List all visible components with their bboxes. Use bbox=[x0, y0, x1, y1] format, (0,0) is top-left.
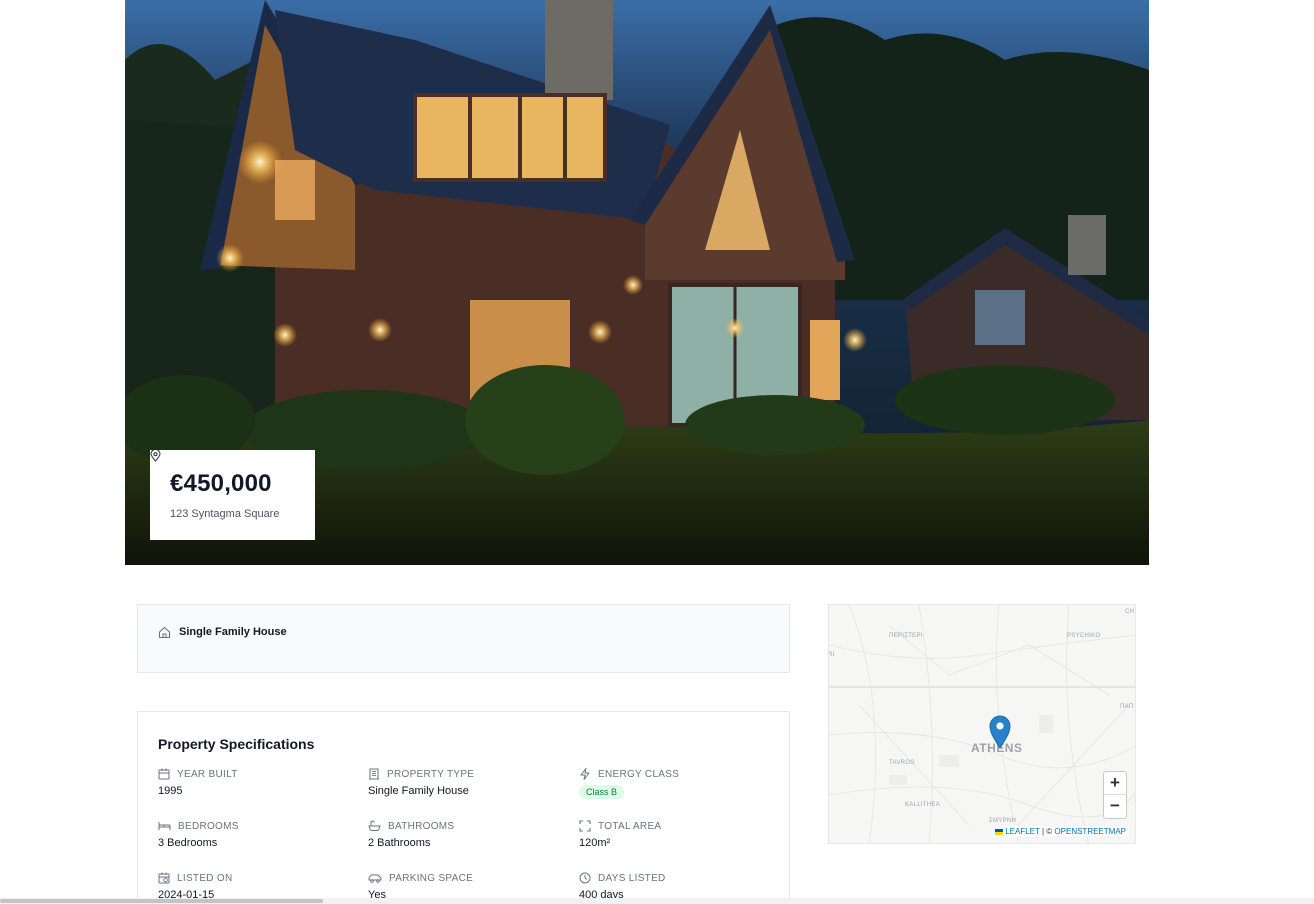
map-district-label: RI bbox=[828, 652, 835, 658]
location-pin-icon bbox=[150, 450, 161, 462]
spec-label: Total Area bbox=[598, 820, 662, 832]
spec-label: Year Built bbox=[177, 768, 238, 780]
spec-value: 1995 bbox=[158, 785, 183, 797]
map-district-label: PSYCHIKO bbox=[1067, 633, 1101, 639]
spec-value: 120m² bbox=[579, 837, 611, 849]
spec-total-area: Total Area 120m² bbox=[579, 818, 779, 856]
spec-bedrooms: Bedrooms 3 Bedrooms bbox=[158, 818, 368, 856]
property-specifications-card: Property Specifications Year Built 1995 bbox=[137, 711, 790, 904]
spec-label: Parking Space bbox=[389, 872, 474, 884]
specs-title: Property Specifications bbox=[158, 736, 315, 752]
location-map[interactable]: ΠΕΡΙΣΤΕΡΙ PSYCHIKO TAVROS KALLITHEA ΣΜΥΡ… bbox=[828, 604, 1136, 844]
map-district-label: KALLITHEA bbox=[905, 802, 941, 808]
calendar-check-icon bbox=[158, 872, 170, 884]
spec-label: Bathrooms bbox=[388, 820, 455, 832]
leaflet-link[interactable]: Leaflet bbox=[1005, 827, 1040, 836]
building-icon bbox=[369, 768, 379, 780]
spec-value: 2 Bathrooms bbox=[368, 837, 431, 849]
bolt-icon bbox=[580, 768, 590, 780]
ukraine-flag-icon bbox=[995, 828, 1004, 835]
map-marker-icon[interactable] bbox=[989, 715, 1011, 749]
bed-icon bbox=[158, 822, 171, 830]
map-district-label: ΣΜΥΡΝΗ bbox=[989, 818, 1017, 824]
spec-property-type: Property Type Single Family House bbox=[368, 766, 579, 804]
spec-bathrooms: Bathrooms 2 Bathrooms bbox=[368, 818, 579, 856]
spec-label: Bedrooms bbox=[178, 820, 239, 832]
map-district-label: CH bbox=[1125, 609, 1135, 615]
map-district-label: ΠΕΡΙΣΤΕΡΙ bbox=[889, 633, 923, 639]
horizontal-scrollbar[interactable] bbox=[0, 898, 1314, 904]
map-tiles bbox=[829, 605, 1135, 843]
spec-label: Energy Class bbox=[598, 768, 680, 780]
map-district-label: ΠΑΠ bbox=[1120, 704, 1134, 710]
spec-label: Property Type bbox=[387, 768, 475, 780]
property-type-label: Single Family House bbox=[179, 626, 287, 638]
address: 123 Syntagma Square bbox=[170, 508, 280, 520]
home-icon bbox=[158, 626, 171, 639]
property-hero-image: €450,000 123 Syntagma Square bbox=[125, 0, 1149, 565]
attribution-separator: | © bbox=[1041, 827, 1053, 836]
expand-icon bbox=[579, 820, 591, 832]
price-card: €450,000 123 Syntagma Square bbox=[150, 450, 315, 540]
property-type-card: Single Family House bbox=[137, 604, 790, 673]
spec-label: Listed On bbox=[177, 872, 233, 884]
spec-energy-class: Energy Class Class B bbox=[579, 766, 779, 804]
car-icon bbox=[368, 874, 382, 883]
energy-class-badge: Class B bbox=[579, 785, 625, 799]
zoom-in-button[interactable]: + bbox=[1104, 772, 1126, 795]
spec-value: 3 Bedrooms bbox=[158, 837, 218, 849]
zoom-out-button[interactable]: − bbox=[1104, 795, 1126, 818]
price: €450,000 bbox=[170, 470, 272, 497]
map-attribution: Leaflet | © OpenStreetMap bbox=[992, 826, 1129, 837]
map-district-label: TAVROS bbox=[889, 760, 915, 766]
spec-year-built: Year Built 1995 bbox=[158, 766, 368, 804]
specs-grid: Year Built 1995 Property Type Single Fam… bbox=[158, 766, 769, 904]
spec-label: Days Listed bbox=[598, 872, 666, 884]
scrollbar-thumb[interactable] bbox=[0, 899, 323, 903]
spec-value: Single Family House bbox=[368, 785, 469, 797]
calendar-icon bbox=[158, 768, 170, 780]
map-zoom-control: + − bbox=[1103, 771, 1127, 819]
address-row: 123 Syntagma Square bbox=[150, 450, 315, 520]
openstreetmap-link[interactable]: OpenStreetMap bbox=[1054, 827, 1126, 836]
clock-icon bbox=[579, 872, 591, 884]
bath-icon bbox=[368, 820, 381, 831]
